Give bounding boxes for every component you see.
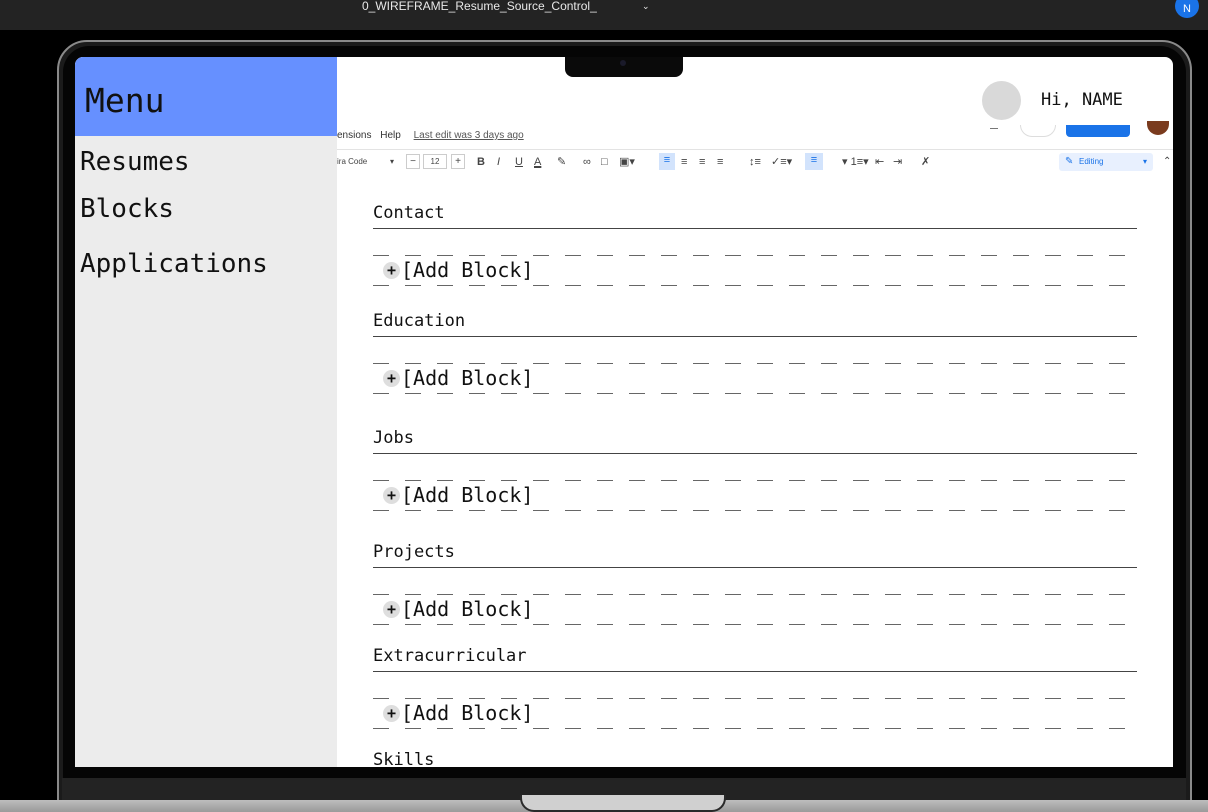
- add-block-label: + [Add Block]: [383, 597, 536, 621]
- history-icon[interactable]: [990, 125, 998, 129]
- laptop-base-notch: [520, 795, 726, 812]
- section-title-skills: Skills: [373, 750, 435, 767]
- dashed-border: [373, 363, 1137, 364]
- plus-icon: +: [383, 262, 400, 279]
- section-divider: [373, 228, 1137, 229]
- plus-icon: +: [383, 601, 400, 618]
- editing-mode-select[interactable]: ✎ Editing ▾: [1059, 153, 1153, 171]
- camera-icon: [620, 60, 626, 66]
- bold-icon[interactable]: B: [477, 155, 485, 169]
- app-title-bar: 0_WIREFRAME_Resume_Source_Control_ ⌄ N: [0, 0, 1208, 30]
- laptop-screen: Menu Resumes Blocks Applications Hi, NAM…: [75, 57, 1173, 767]
- menu-header: Menu: [75, 57, 337, 136]
- add-block-button[interactable]: + [Add Block]: [373, 698, 1137, 729]
- dashed-border: [373, 285, 1137, 286]
- section-divider: [373, 671, 1137, 672]
- share-button[interactable]: [1066, 125, 1130, 137]
- italic-icon[interactable]: I: [497, 155, 500, 169]
- document-title[interactable]: 0_WIREFRAME_Resume_Source_Control_: [362, 0, 597, 12]
- align-justify-icon[interactable]: ≡: [717, 155, 723, 169]
- docs-avatar[interactable]: [1147, 121, 1169, 135]
- docs-menubar: ensions Help Last edit was 3 days ago: [337, 130, 530, 144]
- add-block-label: + [Add Block]: [383, 366, 536, 390]
- underline-icon[interactable]: U: [515, 155, 523, 169]
- plus-icon: +: [383, 487, 400, 504]
- chevron-down-icon[interactable]: ▾: [390, 155, 394, 169]
- section-title-contact: Contact: [373, 203, 445, 223]
- section-divider: [373, 336, 1137, 337]
- section-divider: [373, 453, 1137, 454]
- font-size-input[interactable]: 12: [423, 154, 447, 169]
- sidebar-item-blocks[interactable]: Blocks: [80, 194, 174, 224]
- highlight-icon[interactable]: ✎: [557, 155, 566, 169]
- add-block-button[interactable]: + [Add Block]: [373, 594, 1137, 625]
- pencil-icon: ✎: [1065, 156, 1074, 167]
- increase-font-size-button[interactable]: +: [451, 154, 465, 169]
- section-title-education: Education: [373, 311, 466, 331]
- text-color-icon[interactable]: A: [534, 155, 541, 169]
- image-icon[interactable]: ▣▾: [619, 155, 635, 169]
- dashed-border: [373, 510, 1137, 511]
- camera-notch: [565, 57, 683, 77]
- add-block-button[interactable]: + [Add Block]: [373, 363, 1137, 394]
- link-icon[interactable]: ∞: [583, 155, 591, 169]
- editing-mode-label: Editing: [1079, 157, 1104, 166]
- align-left-icon[interactable]: ≡: [659, 153, 675, 170]
- sidebar: Menu Resumes Blocks Applications: [75, 57, 337, 767]
- section-title-extracurricular: Extracurricular: [373, 646, 527, 666]
- dashed-border: [373, 594, 1137, 595]
- plus-icon: +: [383, 705, 400, 722]
- sidebar-item-resumes[interactable]: Resumes: [80, 147, 190, 177]
- add-block-button[interactable]: + [Add Block]: [373, 255, 1137, 286]
- align-center-icon[interactable]: ≡: [681, 155, 687, 169]
- numbered-list-icon[interactable]: ▾ 1≡▾: [842, 155, 869, 169]
- section-title-jobs: Jobs: [373, 428, 414, 448]
- section-title-projects: Projects: [373, 542, 455, 562]
- sidebar-item-applications[interactable]: Applications: [80, 249, 268, 279]
- add-block-button[interactable]: + [Add Block]: [373, 480, 1137, 511]
- add-block-label: + [Add Block]: [383, 701, 536, 725]
- dashed-border: [373, 698, 1137, 699]
- align-right-icon[interactable]: ≡: [699, 155, 705, 169]
- dashed-border: [373, 255, 1137, 256]
- chevron-down-icon: ▾: [1142, 157, 1147, 166]
- comment-icon[interactable]: □: [601, 155, 608, 169]
- decrease-indent-icon[interactable]: ⇤: [875, 155, 884, 169]
- menu-extensions[interactable]: ensions: [337, 130, 371, 141]
- line-spacing-icon[interactable]: ↕≡: [749, 155, 761, 169]
- increase-indent-icon[interactable]: ⇥: [893, 155, 902, 169]
- bulleted-list-icon[interactable]: ≡: [805, 153, 823, 170]
- menu-help[interactable]: Help: [380, 130, 401, 141]
- dashed-border: [373, 624, 1137, 625]
- menu-title: Menu: [85, 81, 165, 120]
- add-block-label: + [Add Block]: [383, 258, 536, 282]
- plus-icon: +: [383, 370, 400, 387]
- font-select[interactable]: ira Code: [337, 155, 367, 169]
- chevron-up-icon[interactable]: ⌃: [1163, 155, 1171, 169]
- section-divider: [373, 567, 1137, 568]
- checklist-icon[interactable]: ✓≡▾: [771, 155, 792, 169]
- avatar[interactable]: [982, 81, 1021, 120]
- account-avatar[interactable]: N: [1175, 0, 1199, 18]
- clear-formatting-icon[interactable]: ✗: [921, 155, 930, 169]
- dashed-border: [373, 728, 1137, 729]
- chevron-down-icon[interactable]: ⌄: [642, 0, 650, 12]
- dashed-border: [373, 480, 1137, 481]
- last-edit-link[interactable]: Last edit was 3 days ago: [414, 130, 524, 141]
- dashed-border: [373, 393, 1137, 394]
- decrease-font-size-button[interactable]: −: [406, 154, 420, 169]
- user-greeting: Hi, NAME: [1041, 90, 1123, 110]
- add-block-label: + [Add Block]: [383, 483, 536, 507]
- docs-toolbar: ira Code ▾ − 12 + B I U A ✎ ∞ □ ▣▾ ≡ ≡ ≡…: [337, 149, 1173, 173]
- meet-button[interactable]: [1020, 125, 1056, 137]
